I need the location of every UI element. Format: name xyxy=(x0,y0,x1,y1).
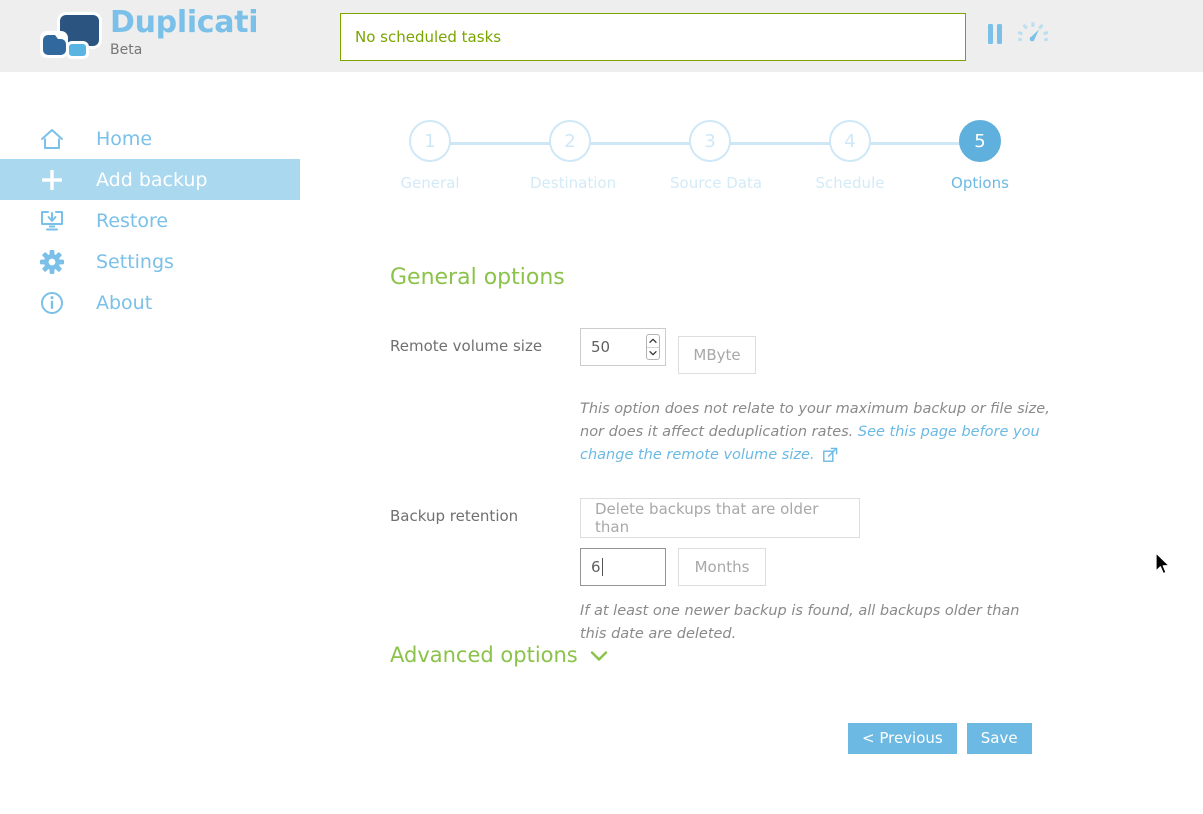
retention-value: 6 xyxy=(591,558,601,576)
step-label: Schedule xyxy=(815,174,885,192)
pause-icon[interactable] xyxy=(986,23,1004,49)
sidebar-item-about[interactable]: About xyxy=(0,282,340,323)
spinner-down-icon[interactable] xyxy=(647,346,659,360)
step-number: 2 xyxy=(549,120,591,162)
sidebar-item-add-backup[interactable]: Add backup xyxy=(0,159,300,200)
sidebar-item-label: Settings xyxy=(96,250,174,273)
advanced-options-toggle[interactable]: Advanced options xyxy=(390,643,608,667)
chevron-down-icon[interactable] xyxy=(590,643,608,667)
step-number: 4 xyxy=(829,120,871,162)
remote-volume-size-label: Remote volume size xyxy=(390,337,543,355)
remote-volume-size-row: Remote volume size 50 MByte This option … xyxy=(390,328,1090,470)
step-general[interactable]: 1 General xyxy=(390,120,470,192)
info-circle-icon xyxy=(40,291,70,315)
gear-icon xyxy=(40,249,70,274)
mouse-cursor xyxy=(1155,552,1173,582)
retention-unit-select[interactable]: Months xyxy=(678,548,766,586)
wizard-actions: < Previous Save xyxy=(848,723,1032,754)
app-title: Duplicati xyxy=(110,5,259,40)
brand-text: Duplicati Beta xyxy=(110,5,259,59)
sidebar-item-label: About xyxy=(96,291,153,314)
header-icon-group xyxy=(986,22,1049,50)
speedometer-icon[interactable] xyxy=(1017,22,1049,50)
sidebar-item-label: Add backup xyxy=(96,168,208,191)
retention-value-input[interactable]: 6​ xyxy=(580,548,666,586)
external-link-icon[interactable] xyxy=(819,447,839,466)
save-button[interactable]: Save xyxy=(966,723,1032,754)
sidebar-item-restore[interactable]: Restore xyxy=(0,200,340,241)
step-label: Source Data xyxy=(670,174,763,192)
step-label: Options xyxy=(951,174,1009,192)
sidebar-item-settings[interactable]: Settings xyxy=(0,241,340,282)
previous-button[interactable]: < Previous xyxy=(848,723,957,754)
scheduled-tasks-bar[interactable]: No scheduled tasks xyxy=(340,13,966,61)
remote-volume-unit-select[interactable]: MByte xyxy=(678,336,756,374)
step-label: Destination xyxy=(530,174,617,192)
step-options[interactable]: 5 Options xyxy=(940,120,1020,192)
remote-volume-size-stepper[interactable]: 50 xyxy=(580,328,666,366)
wizard-stepper: 1 General 2 Destination 3 Source Data 4 … xyxy=(390,120,1010,210)
step-number: 5 xyxy=(959,120,1001,162)
backup-retention-help-text: If at least one newer backup is found, a… xyxy=(580,603,1020,642)
options-form: General options Remote volume size 50 MB… xyxy=(390,265,1090,646)
sidebar-item-label: Restore xyxy=(96,209,169,232)
brand: Duplicati Beta xyxy=(40,6,300,68)
backup-retention-row: Backup retention Delete backups that are… xyxy=(390,498,1090,646)
step-number: 3 xyxy=(689,120,731,162)
step-source-data[interactable]: 3 Source Data xyxy=(670,120,763,192)
duplicati-logo-icon xyxy=(40,12,102,60)
step-destination[interactable]: 2 Destination xyxy=(530,120,617,192)
remote-volume-help-text: This option does not relate to your maxi… xyxy=(580,398,1050,470)
restore-icon xyxy=(40,210,70,232)
sidebar-item-home[interactable]: Home xyxy=(0,118,340,159)
number-spinner[interactable] xyxy=(646,334,660,360)
page-title: General options xyxy=(390,265,565,290)
home-icon xyxy=(40,128,70,150)
backup-retention-label: Backup retention xyxy=(390,507,519,525)
step-schedule[interactable]: 4 Schedule xyxy=(810,120,890,192)
advanced-options-label: Advanced options xyxy=(390,643,578,667)
app-version-label: Beta xyxy=(110,42,143,58)
sidebar-item-label: Home xyxy=(96,127,153,150)
step-label: General xyxy=(400,174,460,192)
scheduled-tasks-status: No scheduled tasks xyxy=(355,28,502,46)
plus-icon xyxy=(40,168,70,192)
step-number: 1 xyxy=(409,120,451,162)
spinner-up-icon[interactable] xyxy=(647,335,659,347)
retention-policy-select[interactable]: Delete backups that are older than xyxy=(580,498,860,538)
app-header: Duplicati Beta No scheduled tasks xyxy=(0,0,1203,72)
sidebar: Home Add backup Restore Settings About xyxy=(0,118,340,323)
